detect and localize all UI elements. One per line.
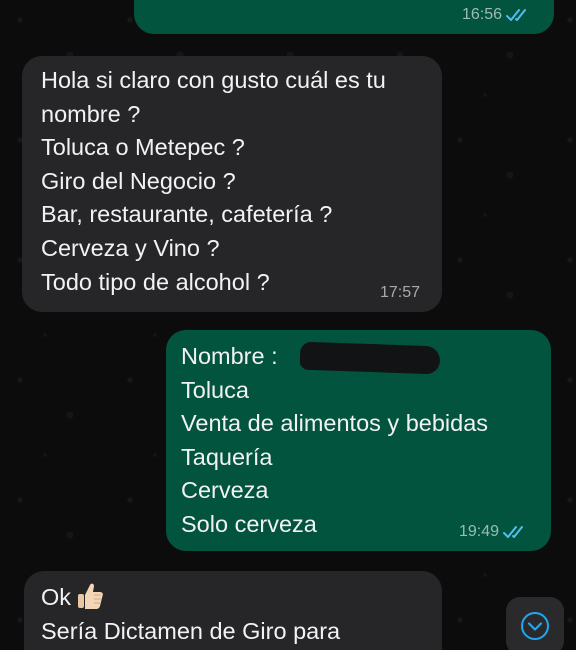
- message-line: Sería Dictamen de Giro para: [41, 617, 341, 644]
- message-word: Ok: [41, 584, 72, 610]
- chat-background: 16:56 Hola si claro con gusto cuál es tu…: [0, 0, 576, 650]
- message-line: Cerveza: [181, 477, 269, 504]
- message-line: Giro del Negocio ?: [41, 167, 236, 194]
- message-bubble-incoming[interactable]: Hola si claro con gusto cuál es tu nombr…: [22, 56, 442, 312]
- field-label-nombre: Nombre :: [181, 343, 278, 369]
- message-meta: 16:56: [462, 6, 532, 24]
- message-text: Nombre : Toluca Venta de alimentos y beb…: [181, 340, 537, 542]
- message-line: Toluca: [181, 376, 249, 403]
- message-line: Toluca o Metepec ?: [41, 134, 245, 161]
- message-bubble-outgoing[interactable]: 16:56: [134, 0, 554, 34]
- message-text: Ok Sería Dictamen de Giro para: [41, 581, 428, 648]
- double-check-icon: [506, 9, 526, 21]
- message-bubble-outgoing[interactable]: Nombre : Toluca Venta de alimentos y beb…: [166, 330, 551, 551]
- message-line: Cerveza y Vino ?: [41, 234, 220, 261]
- message-bubble-incoming[interactable]: Ok Sería Dictamen de Giro para: [24, 571, 442, 650]
- message-line: Todo tipo de alcohol ?: [41, 268, 270, 295]
- double-check-icon: [503, 526, 523, 538]
- message-line: Hola si claro con gusto cuál es tu: [41, 67, 386, 93]
- thumbs-up-icon: [78, 583, 103, 609]
- redaction-scribble: [299, 341, 441, 375]
- message-meta: 17:57: [380, 284, 420, 302]
- message-time: 16:56: [461, 6, 502, 23]
- scroll-to-bottom-button[interactable]: [506, 597, 564, 650]
- message-line: Bar, restaurante, cafetería ?: [41, 201, 333, 228]
- message-line: Taquería: [181, 443, 273, 470]
- message-line: nombre ?: [41, 100, 141, 127]
- message-meta: 19:49: [459, 523, 529, 541]
- chevron-down-icon: [521, 612, 549, 640]
- message-line: Venta de alimentos y bebidas: [181, 410, 489, 437]
- message-line: Nombre :: [181, 340, 537, 375]
- message-time: 17:57: [379, 284, 420, 301]
- message-line: Ok: [41, 581, 428, 615]
- message-time: 19:49: [458, 523, 499, 540]
- message-text: Hola si claro con gusto cuál es tu nombr…: [41, 64, 428, 299]
